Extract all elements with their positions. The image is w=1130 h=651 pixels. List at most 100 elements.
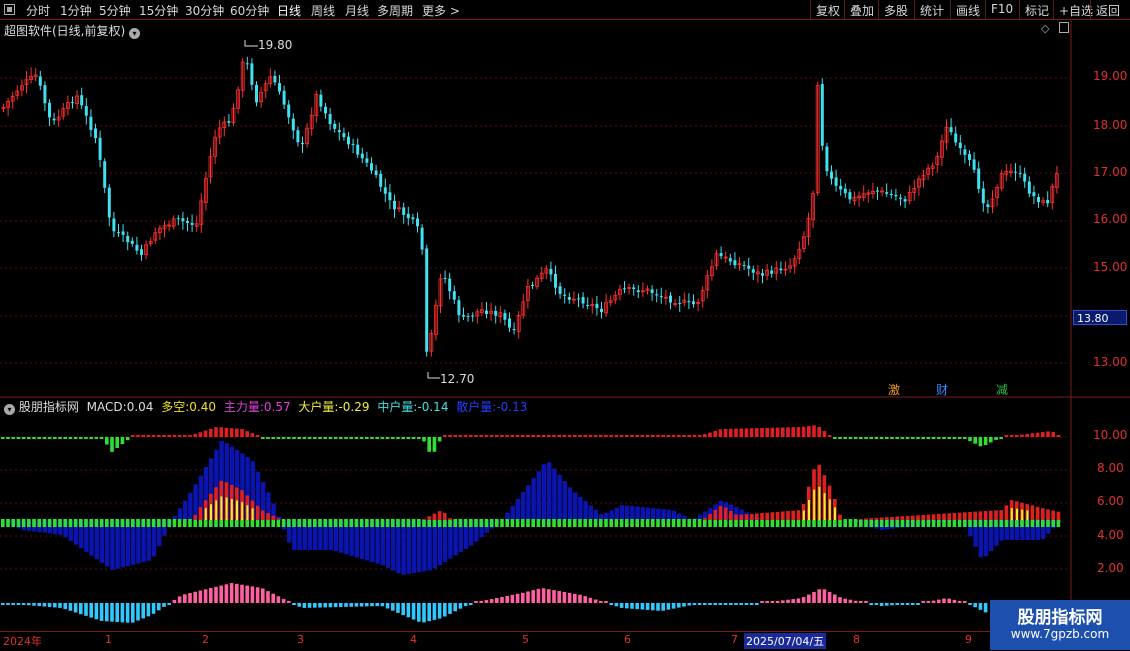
candle-body — [903, 199, 907, 202]
candle-body — [1027, 181, 1031, 194]
indicator-mid-bar — [786, 519, 790, 527]
indicator-bottom-bar — [510, 594, 515, 603]
indicator-mid-bar — [708, 519, 712, 527]
duokong-value: 0.40 — [189, 400, 216, 414]
indicator-mid-bar — [229, 519, 234, 527]
indicator-bottom-bar — [495, 598, 499, 603]
indicator-mid-bar — [318, 519, 322, 527]
panel-toggle-icon[interactable] — [1059, 22, 1069, 33]
indicator-blue-bar — [531, 478, 536, 520]
indicator-mid-bar — [183, 519, 187, 527]
candle-body — [365, 158, 369, 163]
indicator-bottom-bar — [58, 603, 62, 608]
indicator-top-bar — [349, 437, 353, 439]
indicator-bottom-bar — [354, 603, 359, 607]
indicator-bottom-bar — [401, 603, 405, 616]
candle-body — [963, 149, 967, 155]
indicator-top-bar — [146, 435, 151, 437]
indicator-bottom-bar — [287, 601, 291, 603]
indicator-mid-bar — [562, 519, 567, 527]
diamond-icon[interactable]: ◇ — [1041, 22, 1049, 35]
indicator-red-bar — [271, 515, 275, 520]
indicator-blue-bar — [645, 507, 651, 520]
price-tick: 17.00 — [1093, 165, 1128, 179]
indicator-top-bar — [838, 437, 842, 439]
indicator-red-bar — [999, 510, 1003, 520]
indicator-mid-bar — [333, 519, 338, 527]
indicator-red-bar — [1004, 505, 1009, 520]
indicator-top-bar — [812, 425, 816, 437]
indicator-bottom-bar — [63, 603, 67, 610]
indicator-bottom-bar — [458, 603, 463, 609]
indicator-top-bar — [1030, 433, 1035, 437]
indicator-top-bar — [1035, 432, 1040, 437]
indicator-bottom-bar — [895, 603, 899, 605]
indicator-mid-bar — [136, 519, 140, 527]
indicator-blue-bar — [422, 520, 427, 572]
indicator-top-bar — [807, 426, 811, 437]
indicator-mid-bar — [193, 519, 197, 527]
indicator-red-bar — [755, 513, 759, 520]
candle-body — [830, 171, 833, 179]
indicator-blue-bar — [656, 508, 661, 520]
indicator-top-bar — [869, 437, 873, 439]
indicator-top-bar — [391, 437, 395, 439]
indicator-top-bar — [53, 437, 57, 439]
candle-body — [301, 142, 304, 145]
chart-canvas[interactable] — [0, 0, 1130, 650]
event-marker-jian[interactable]: 减 — [996, 381, 1008, 398]
indicator-red-bar — [427, 516, 431, 520]
indicator-mid-bar — [812, 519, 816, 527]
indicator-top-bar — [89, 437, 93, 439]
indicator-top-bar — [510, 435, 515, 437]
indicator-bottom-bar — [131, 603, 135, 623]
indicator-bottom-bar — [271, 593, 275, 603]
indicator-mid-bar — [822, 519, 827, 527]
indicator-mid-bar — [1020, 519, 1024, 527]
indicator-top-bar — [843, 437, 847, 439]
indicator-bottom-bar — [463, 603, 468, 607]
indicator-bottom-bar — [749, 603, 754, 605]
indicator-mid-bar — [677, 519, 681, 527]
chevron-down-icon[interactable]: ▾ — [129, 28, 141, 39]
event-marker-cai[interactable]: 财 — [936, 381, 948, 398]
chevron-down-icon[interactable]: ▾ — [4, 404, 15, 415]
indicator-mid-bar — [157, 519, 161, 527]
indicator-top-bar — [931, 437, 936, 439]
indicator-top-bar — [827, 435, 832, 437]
candle-body — [94, 128, 97, 139]
candle-body — [563, 294, 567, 296]
dahu-label: 大户量: — [298, 400, 339, 414]
candle-body — [650, 289, 654, 294]
indicator-top-bar — [770, 427, 775, 437]
indicator-top-bar — [541, 435, 546, 437]
indicator-bottom-bar — [396, 603, 400, 613]
indicator-bottom-bar — [422, 603, 426, 623]
indicator-top-bar — [640, 435, 645, 437]
candle-body — [747, 265, 751, 269]
candle-body — [227, 121, 231, 123]
indicator-red-bar — [983, 511, 988, 520]
candle-body — [291, 118, 295, 131]
indicator-mid-bar — [484, 519, 489, 527]
indicator-top-bar — [963, 437, 967, 439]
candle-body — [287, 104, 291, 118]
price-annotations — [244, 40, 440, 379]
indicator-yellow-bar — [828, 499, 831, 520]
indicator-top-bar — [479, 435, 483, 437]
indicator-bottom-bar — [193, 591, 197, 603]
indicator-mid-bar — [489, 519, 494, 527]
macd-label: MACD: — [86, 400, 127, 414]
indicator-bottom-bar — [812, 591, 816, 603]
indicator-mid-bar — [952, 519, 957, 527]
indicator-top-bar — [536, 435, 541, 437]
event-marker-ji[interactable]: 激 — [888, 381, 900, 398]
candle-body — [577, 298, 580, 300]
date-tick: 7 — [731, 633, 738, 646]
indicator-mid-bar — [500, 519, 504, 527]
indicator-yellow-bar — [225, 497, 228, 520]
indicator-top-bar — [666, 435, 671, 437]
indicator-bottom-bar — [99, 603, 104, 621]
indicator-red-bar — [926, 514, 931, 520]
indicator-top-bar — [900, 437, 905, 439]
